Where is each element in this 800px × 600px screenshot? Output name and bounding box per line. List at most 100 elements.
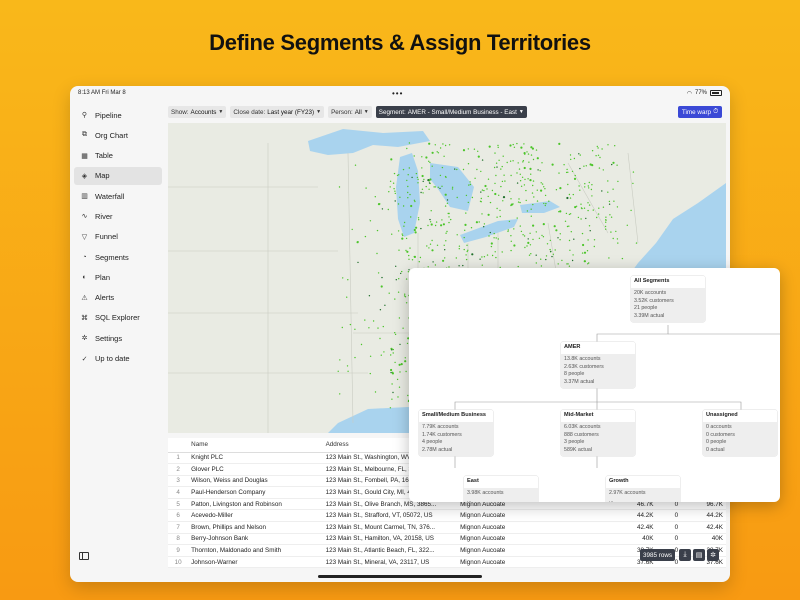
account-dot (429, 161, 431, 164)
multitask-dots[interactable]: ••• (392, 89, 403, 98)
sidebar-item-waterfall[interactable]: ▥ Waterfall (74, 187, 162, 205)
account-dot (401, 233, 403, 235)
sidebar-item-map[interactable]: ◈ Map (74, 166, 162, 185)
segment-node-amer[interactable]: AMER 13.8K accounts 2.63K customers 8 peopl… (561, 342, 635, 389)
account-dot (434, 224, 437, 227)
sidebar-item-settings[interactable]: ✲ Settings (74, 329, 162, 347)
table-row[interactable]: 7 Brown, Phillips and Nelson 123 Main St.,… (168, 521, 726, 534)
columns-icon[interactable]: ▤ (693, 549, 705, 561)
account-dot (487, 178, 490, 180)
sidebar-item-plan[interactable]: ◐ Plan (74, 268, 162, 286)
time-warp-button[interactable]: Time warp ⏱ (677, 106, 722, 118)
account-dot (528, 254, 531, 256)
account-dot (510, 235, 512, 237)
account-dot (608, 203, 611, 205)
column-header[interactable]: Name (188, 438, 323, 453)
account-dot (428, 188, 430, 190)
sidebar-item-up-to-date[interactable]: ✓ Up to date (74, 350, 162, 368)
account-dot (448, 212, 450, 215)
account-dot (402, 205, 405, 207)
sidebar-item-river[interactable]: ∿ River (74, 207, 162, 225)
account-dot (529, 167, 532, 170)
account-dot (610, 216, 613, 218)
show-filter[interactable]: Show: Accounts ▼ (168, 106, 227, 118)
account-dot (544, 194, 547, 197)
sidebar-item-alerts[interactable]: ⚠ Alerts (74, 289, 162, 307)
column-header[interactable] (168, 438, 189, 453)
segment-node-growth[interactable]: Growth 2.97K accounts... (606, 476, 680, 502)
segment-node-mid[interactable]: Mid-Market 6.03K accounts 888 customers 3 p… (561, 410, 635, 457)
account-dot (428, 180, 430, 182)
table-cell: 42.4K (589, 521, 657, 534)
account-dot (587, 209, 589, 212)
segment-node-smb[interactable]: Small/Medium Business 7.79K accounts 1.74K… (419, 410, 493, 457)
account-dot (568, 239, 571, 242)
segment-stat-line: 3.52K customers (634, 297, 674, 304)
chevron-down-icon: ▼ (316, 109, 322, 115)
sidebar-item-pipeline[interactable]: ⚲ Pipeline (74, 106, 162, 124)
account-dot (592, 209, 594, 211)
segment-filter-value: AMER - Small/Medium Business - East (407, 108, 517, 116)
person-filter[interactable]: Person: All ▼ (328, 106, 372, 118)
segment-node-unassigned[interactable]: Unassigned 0 accounts 0 customers 0 people 0… (703, 410, 777, 457)
account-dot (481, 159, 484, 161)
account-dot (401, 237, 404, 240)
account-dot (591, 184, 593, 186)
sidebar-item-sql-explorer[interactable]: ⌘ SQL Explorer (74, 309, 162, 327)
table-cell: 123 Main St., Hamilton, VA, 20158, US (322, 533, 458, 546)
account-dot (555, 189, 558, 191)
account-dot (414, 200, 416, 203)
account-dot (578, 185, 580, 187)
segment-stat-line: 21 people (634, 305, 658, 312)
account-dot (441, 166, 444, 169)
account-dot (337, 370, 339, 372)
account-dot (451, 186, 454, 188)
account-dot (431, 249, 434, 252)
gear-icon: ✲ (81, 335, 88, 343)
account-dot (465, 212, 467, 214)
segment-stat-line: 888 customers (564, 431, 599, 438)
account-dot (521, 176, 524, 178)
segment-filter[interactable]: Segment: AMER - Small/Medium Business - … (375, 106, 527, 118)
table-row[interactable]: 8 Berry-Johnson Bank 123 Main St., Hamilto… (168, 533, 726, 546)
segment-node-all[interactable]: All Segments 20K accounts 3.52K customers 2… (631, 276, 705, 323)
account-dot (469, 183, 472, 186)
sidebar-toggle-icon[interactable] (79, 552, 89, 560)
account-dot (346, 365, 349, 367)
account-dot (545, 258, 547, 261)
account-dot (441, 185, 443, 187)
download-icon[interactable]: ⤓ (679, 549, 691, 561)
account-dot (546, 243, 549, 245)
account-dot (518, 168, 521, 170)
table-cell: 123 Main St., Mineral, VA, 23117, US (322, 556, 458, 568)
sidebar-item-org-chart[interactable]: ⧉ Org Chart (74, 126, 162, 144)
account-dot (621, 257, 624, 260)
account-dot (516, 182, 519, 184)
table-row[interactable]: 6 Acevedo-Miller 123 Main St., Strafford, … (168, 509, 726, 523)
table-cell: Mignon Aucoate (457, 509, 590, 523)
account-dot (540, 189, 543, 192)
sidebar-item-table[interactable]: ▦ Table (74, 147, 162, 165)
segment-node-east[interactable]: East 3.98K accounts... (464, 476, 538, 502)
account-dot (404, 360, 407, 363)
account-dot (394, 200, 396, 202)
table-cell: Berry-Johnson Bank (188, 533, 323, 546)
account-dot (402, 327, 404, 329)
segment-node-title: Growth (606, 476, 680, 488)
account-dot (406, 342, 409, 345)
account-dot (559, 210, 562, 213)
rows-count-badge: 3985 rows (640, 549, 676, 561)
account-dot (462, 264, 464, 267)
account-dot (557, 263, 559, 265)
account-dot (407, 185, 409, 188)
gear-icon[interactable]: ✲ (707, 549, 719, 561)
close-date-filter[interactable]: Close date: Last year (FY23) ▼ (230, 106, 325, 118)
account-dot (580, 207, 583, 209)
sidebar-item-funnel[interactable]: ▽ Funnel (74, 228, 162, 246)
account-dot (553, 225, 556, 228)
account-dot (510, 198, 512, 200)
account-dot (545, 255, 548, 257)
account-dot (430, 223, 433, 226)
sidebar-item-segments[interactable]: ◔ Segments (74, 248, 162, 266)
account-dot (356, 241, 359, 244)
